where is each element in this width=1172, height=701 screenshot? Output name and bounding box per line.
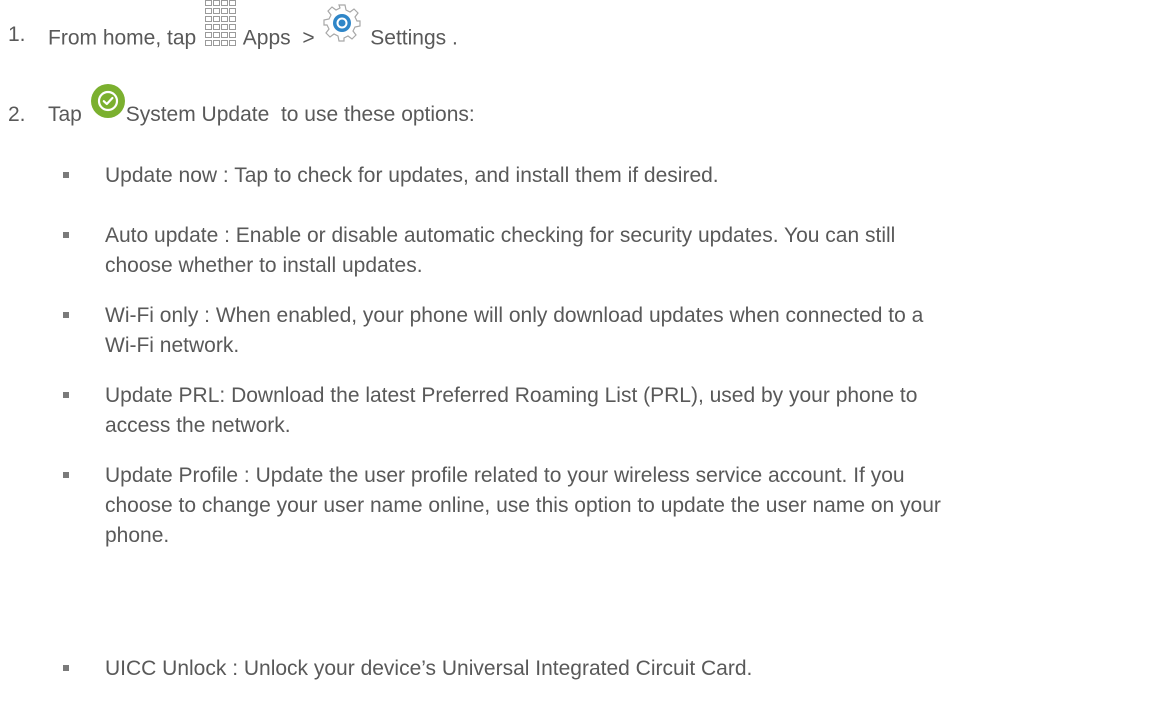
- option-line: UICC Unlock : Unlock your device’s Unive…: [105, 657, 753, 680]
- option-uicc-unlock: UICC Unlock : Unlock your device’s Unive…: [105, 654, 752, 684]
- bullet-icon: [63, 665, 69, 671]
- step-2-end: to use these options:: [280, 103, 475, 126]
- settings-gear-icon: [322, 3, 362, 51]
- step-1-number: 1.: [8, 23, 26, 46]
- option-auto-update: Auto update : Enable or disable automati…: [105, 221, 895, 281]
- step-1-end: .: [452, 26, 458, 50]
- option-line: choose whether to install updates.: [105, 254, 423, 277]
- option-line: Wi-Fi network.: [105, 334, 240, 357]
- option-line: phone.: [105, 524, 170, 547]
- option-line: Update now : Tap to check for updates, a…: [105, 164, 719, 187]
- system-update-check-icon: [90, 83, 126, 127]
- step-2-number: 2.: [8, 103, 26, 126]
- step-2: Tap System Update to use these options:: [48, 84, 475, 129]
- document-page: { "steps": [ { "number": "1.", "text_bef…: [0, 0, 1172, 701]
- option-update-now: Update now : Tap to check for updates, a…: [105, 161, 719, 191]
- path-separator: >: [302, 26, 315, 50]
- apps-grid-icon: [204, 0, 237, 57]
- option-line: Auto update : Enable or disable automati…: [105, 224, 896, 247]
- option-line: Update PRL: Download the latest Preferre…: [105, 384, 918, 407]
- option-line: access the network.: [105, 414, 291, 437]
- step-2-text: Tap: [48, 103, 82, 126]
- bullet-icon: [63, 472, 69, 478]
- option-line: Wi-Fi only : When enabled, your phone wi…: [105, 304, 924, 327]
- option-update-profile: Update Profile : Update the user profile…: [105, 461, 941, 551]
- step-1: From home, tap Apps > Settings .: [48, 0, 458, 57]
- bullet-icon: [63, 172, 69, 178]
- apps-label: Apps: [242, 26, 291, 50]
- bullet-icon: [63, 392, 69, 398]
- system-update-label: System Update: [125, 103, 270, 126]
- bullet-icon: [63, 312, 69, 318]
- step-1-text: From home, tap: [48, 26, 197, 50]
- option-wifi-only: Wi-Fi only : When enabled, your phone wi…: [105, 301, 923, 361]
- option-line: Update Profile : Update the user profile…: [105, 464, 905, 487]
- option-line: choose to change your user name online, …: [105, 494, 941, 517]
- option-update-prl: Update PRL: Download the latest Preferre…: [105, 381, 917, 441]
- bullet-icon: [63, 232, 69, 238]
- settings-label: Settings: [370, 26, 447, 50]
